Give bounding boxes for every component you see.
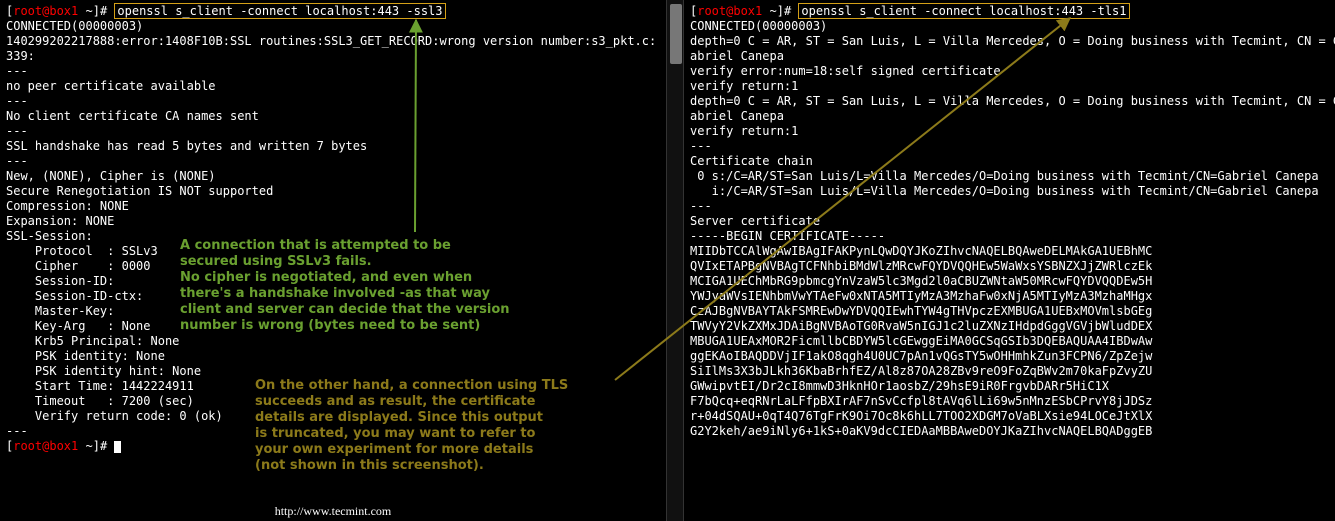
output-line: Krb5 Principal: None — [6, 334, 660, 349]
output-line: -----BEGIN CERTIFICATE----- — [690, 229, 1329, 244]
scroll-thumb-left[interactable] — [670, 4, 682, 64]
output-line: verify return:1 — [690, 124, 1329, 139]
prompt-line-left: [root@box1 ~]# openssl s_client -connect… — [6, 4, 660, 19]
output-line: ggEKAoIBAQDDVjIF1akO8qgh4U0UC7pAn1vQGsTY… — [690, 349, 1329, 364]
terminal-right-output: CONNECTED(00000003)depth=0 C = AR, ST = … — [690, 19, 1329, 439]
output-line: Expansion: NONE — [6, 214, 660, 229]
command-left: openssl s_client -connect localhost:443 … — [114, 3, 445, 19]
output-line: verify return:1 — [690, 79, 1329, 94]
pane-divider-scrollbar[interactable] — [666, 0, 684, 521]
output-line: r+04dSQAU+0qT4Q76TgFrK9Oi7Oc8k6hLL7TOO2X… — [690, 409, 1329, 424]
output-line: verify error:num=18:self signed certific… — [690, 64, 1329, 79]
output-line: Server certificate — [690, 214, 1329, 229]
output-line: depth=0 C = AR, ST = San Luis, L = Villa… — [690, 34, 1329, 49]
output-line: TWVyY2VkZXMxJDAiBgNVBAoTG0RvaW5nIGJ1c2lu… — [690, 319, 1329, 334]
output-line: CONNECTED(00000003) — [690, 19, 1329, 34]
output-line: Certificate chain — [690, 154, 1329, 169]
output-line: --- — [6, 154, 660, 169]
output-line: MBUGA1UEAxMOR2FicmllbCBDYW5lcGEwggEiMA0G… — [690, 334, 1329, 349]
command-right: openssl s_client -connect localhost:443 … — [798, 3, 1129, 19]
output-line: YWJyaWVsIENhbmVwYTAeFw0xNTA5MTIyMzA3Mzha… — [690, 289, 1329, 304]
footer-link: http://www.tecmint.com — [0, 504, 666, 519]
output-line: QVIxETAPBgNVBAgTCFNhbiBMdWlzMRcwFQYDVQQH… — [690, 259, 1329, 274]
output-line: --- — [6, 64, 660, 79]
output-line: 0 s:/C=AR/ST=San Luis/L=Villa Mercedes/O… — [690, 169, 1329, 184]
output-line: MIIDbTCCAlWgAwIBAgIFAKPynLQwDQYJKoZIhvcN… — [690, 244, 1329, 259]
output-line: SiIlMs3X3bJLkh36KbaBrhfEZ/Al8z87OA28ZBv9… — [690, 364, 1329, 379]
output-line: No client certificate CA names sent — [6, 109, 660, 124]
output-line: abriel Canepa — [690, 49, 1329, 64]
output-line: MCIGA1UEChMbRG9pbmcgYnVzaW5lc3Mgd2l0aCBU… — [690, 274, 1329, 289]
output-line: PSK identity: None — [6, 349, 660, 364]
prompt-line-right: [root@box1 ~]# openssl s_client -connect… — [690, 4, 1329, 19]
output-line: CONNECTED(00000003) — [6, 19, 660, 34]
output-line: depth=0 C = AR, ST = San Luis, L = Villa… — [690, 94, 1329, 109]
output-line: --- — [6, 94, 660, 109]
cursor-icon — [114, 441, 121, 453]
output-line: --- — [690, 139, 1329, 154]
output-line: CzAJBgNVBAYTAkFSMREwDwYDVQQIEwhTYW4gTHVp… — [690, 304, 1329, 319]
output-line: New, (NONE), Cipher is (NONE) — [6, 169, 660, 184]
output-line: Secure Renegotiation IS NOT supported — [6, 184, 660, 199]
output-line: i:/C=AR/ST=San Luis/L=Villa Mercedes/O=D… — [690, 184, 1329, 199]
annotation-green: A connection that is attempted to be sec… — [180, 238, 600, 334]
output-line: Compression: NONE — [6, 199, 660, 214]
prompt-user: root@box1 — [13, 4, 78, 18]
annotation-olive: On the other hand, a connection using TL… — [255, 378, 625, 474]
output-line: 339: — [6, 49, 660, 64]
output-line: --- — [690, 199, 1329, 214]
output-line: abriel Canepa — [690, 109, 1329, 124]
output-line: 140299202217888:error:1408F10B:SSL routi… — [6, 34, 660, 49]
output-line: PSK identity hint: None — [6, 364, 660, 379]
output-line: F7bQcq+eqRNrLaLFfpBXIrAF7nSvCcfpl8tAVq6l… — [690, 394, 1329, 409]
output-line: SSL handshake has read 5 bytes and writt… — [6, 139, 660, 154]
terminal-left-output: CONNECTED(00000003)140299202217888:error… — [6, 19, 660, 439]
output-line: G2Y2keh/ae9iNly6+1kS+0aKV9dcCIEDAaMBBAwe… — [690, 424, 1329, 439]
output-line: no peer certificate available — [6, 79, 660, 94]
terminal-right-pane[interactable]: [root@box1 ~]# openssl s_client -connect… — [684, 0, 1335, 521]
output-line: GWwipvtEI/Dr2cI8mmwD3HknHOr1aosbZ/29hsE9… — [690, 379, 1329, 394]
output-line: --- — [6, 124, 660, 139]
